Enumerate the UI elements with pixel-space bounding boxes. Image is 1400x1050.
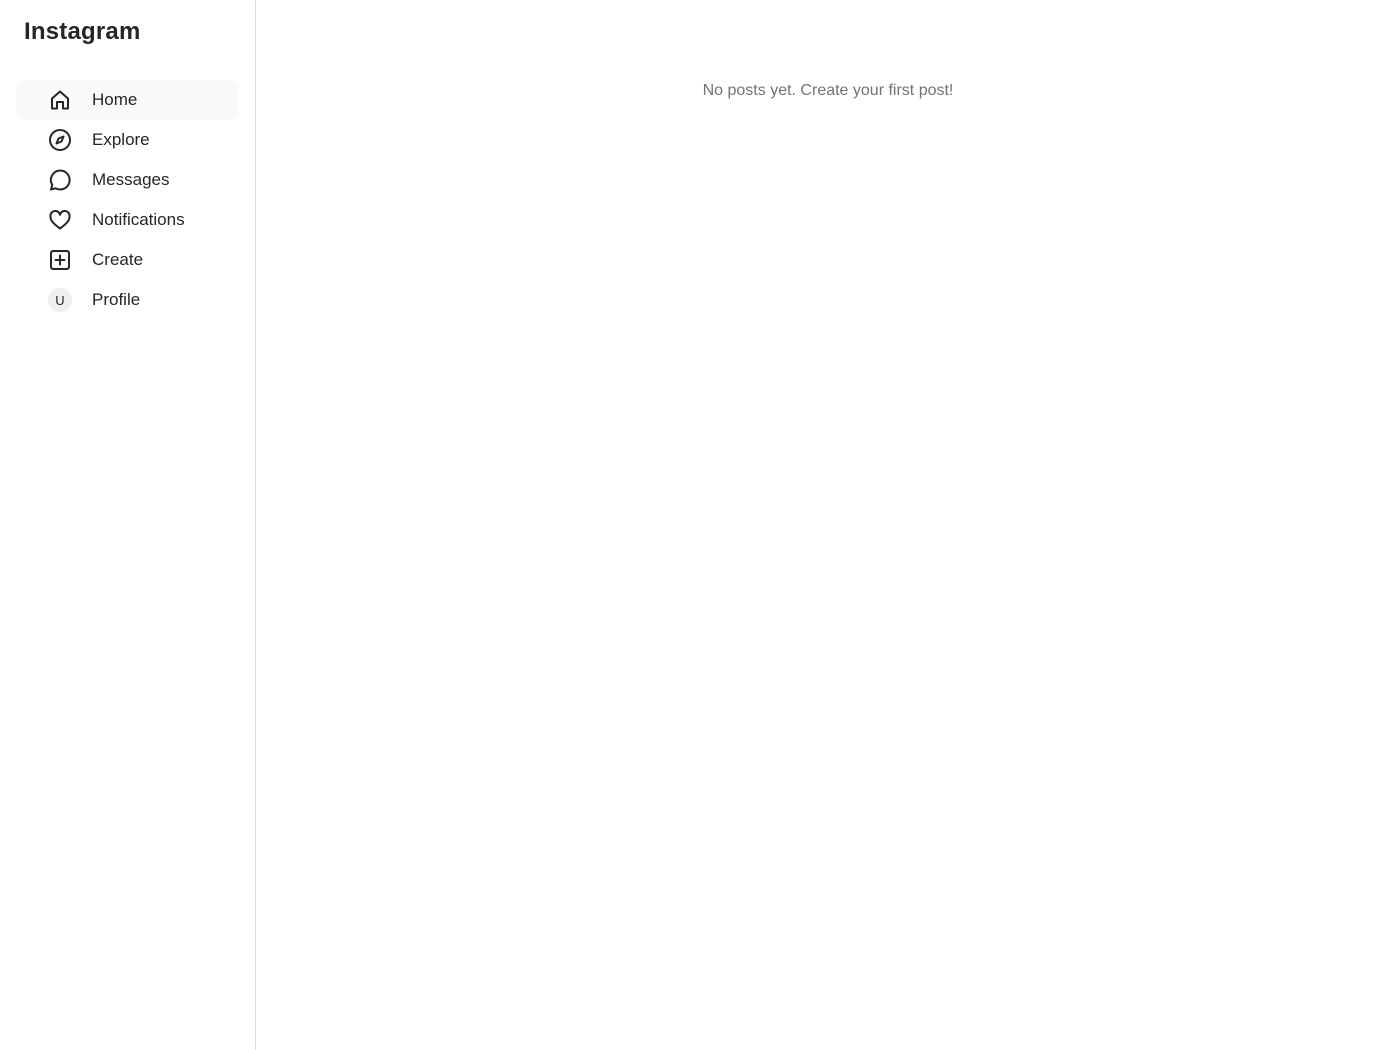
sidebar-item-notifications[interactable]: Notifications [16,200,239,240]
sidebar-item-explore[interactable]: Explore [16,120,239,160]
home-icon [48,88,72,112]
message-bubble-icon [48,168,72,192]
sidebar-item-profile[interactable]: U Profile [16,280,239,320]
compass-icon [48,128,72,152]
sidebar-item-label: Notifications [92,210,185,229]
avatar: U [48,288,72,312]
avatar-initial: U [48,288,72,312]
plus-square-icon [48,248,72,272]
brand-logo[interactable]: Instagram [16,0,239,80]
heart-icon [48,208,72,232]
sidebar-item-label: Create [92,250,144,269]
sidebar-item-label: Profile [92,290,141,309]
empty-feed-message: No posts yet. Create your first post! [702,82,954,99]
sidebar-item-messages[interactable]: Messages [16,160,239,200]
sidebar-item-create[interactable]: Create [16,240,239,280]
sidebar-item-label: Messages [92,170,170,189]
feed-area: No posts yet. Create your first post! [256,0,1400,1050]
app-root: Instagram Home Explore Messages Notifica… [0,0,1400,1050]
sidebar-item-label: Home [92,90,138,109]
sidebar: Instagram Home Explore Messages Notifica… [0,0,256,1050]
sidebar-item-label: Explore [92,130,150,149]
sidebar-item-home[interactable]: Home [16,80,239,120]
sidebar-nav: Home Explore Messages Notifications Crea… [16,80,239,320]
